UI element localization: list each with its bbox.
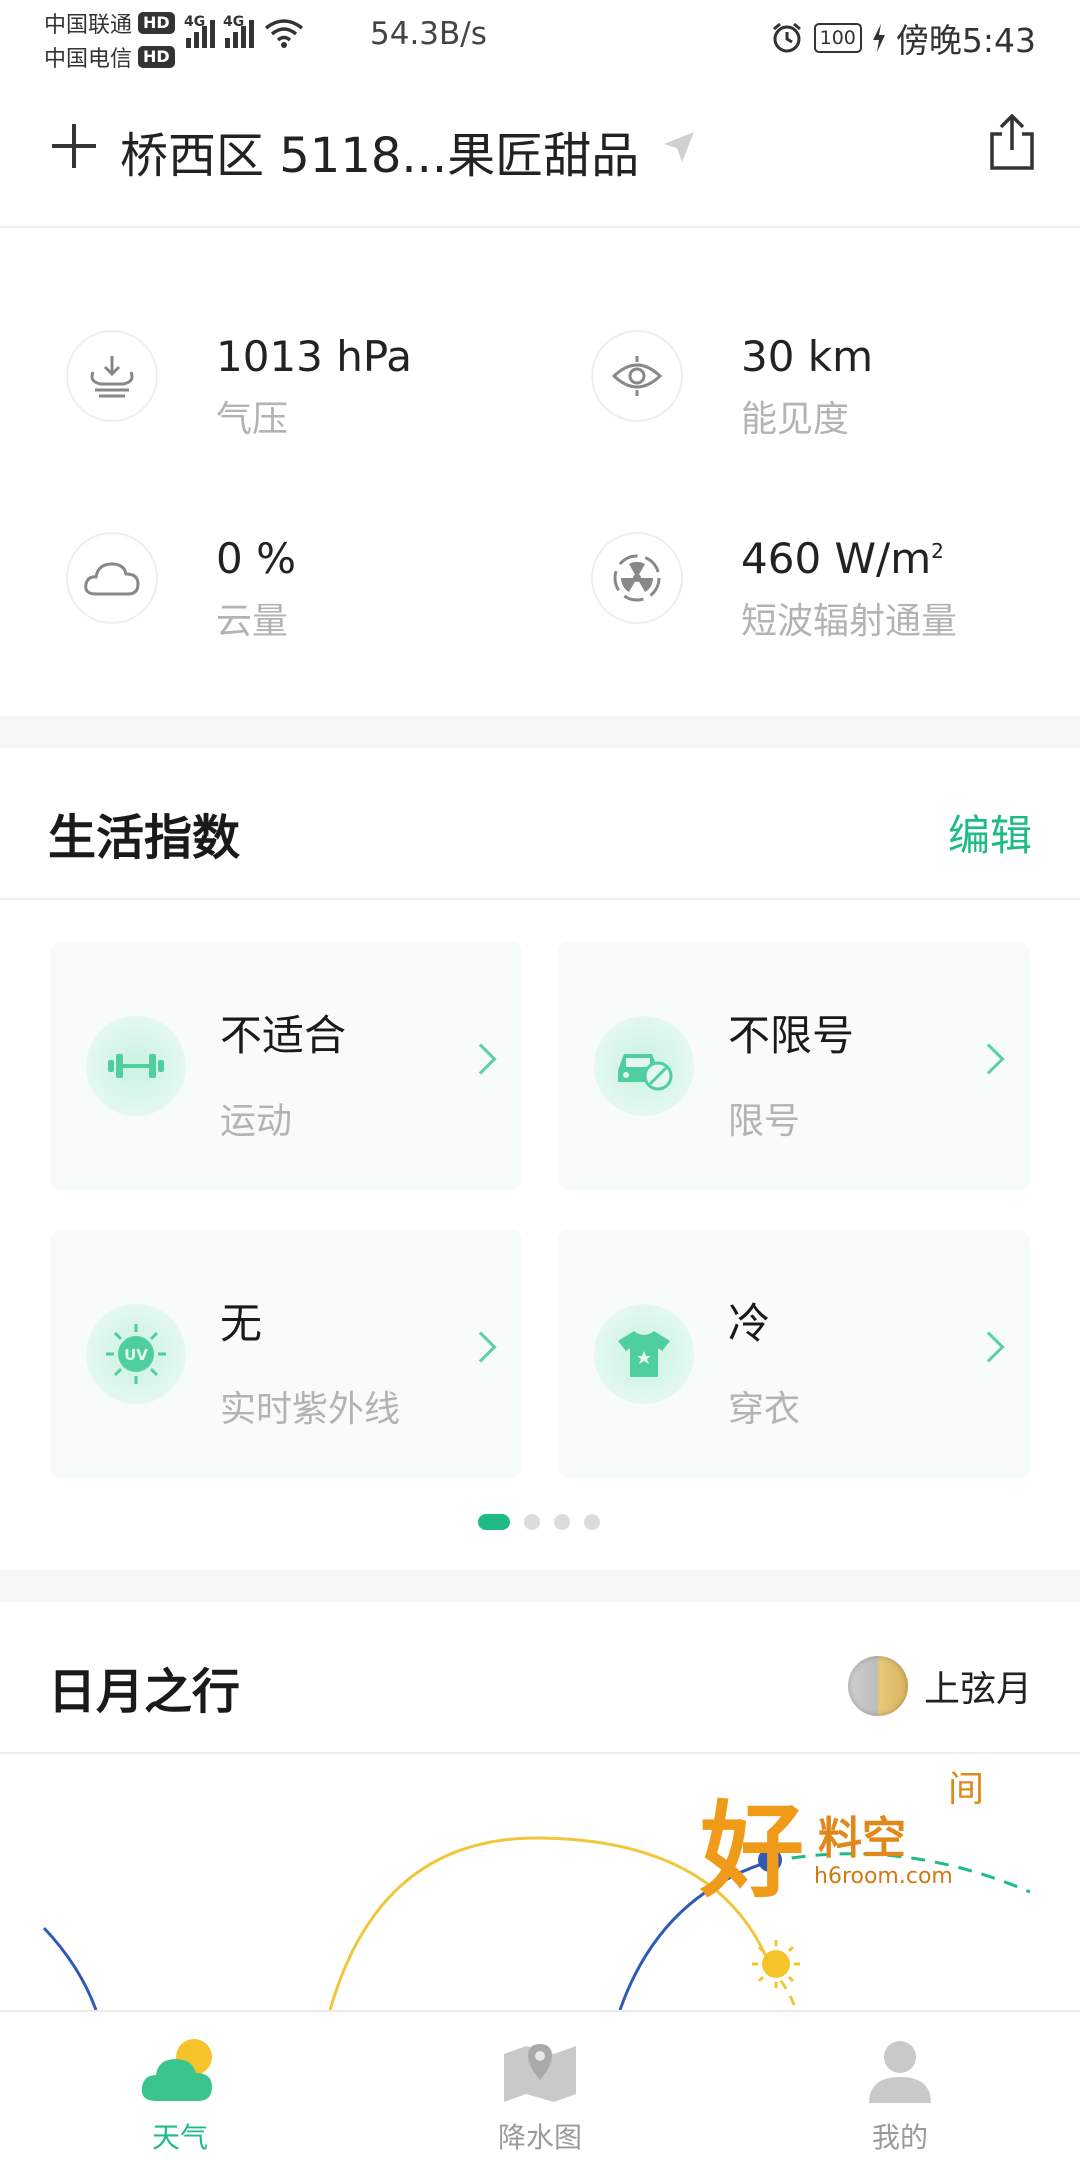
charging-icon — [872, 24, 885, 52]
network-type-tag: 4G — [184, 14, 206, 30]
nav-precipitation-map[interactable]: 降水图 — [440, 2012, 640, 2160]
radiation-value: 460 W/m2 — [741, 534, 944, 583]
cloud-cover-label: 云量 — [216, 601, 289, 642]
edit-button[interactable]: 编辑 — [948, 802, 1032, 863]
moon-phase: 上弦月 — [847, 1656, 1032, 1716]
carrier-info: 中国联通 HD 中国电信 HD — [44, 6, 175, 74]
location-arrow-icon — [664, 132, 694, 162]
detail-cloud-cover: 0 % 云量 — [0, 532, 500, 652]
signal-indicators: 4G 4G — [184, 14, 304, 48]
section-divider — [0, 716, 1080, 748]
page-dot[interactable] — [478, 1514, 510, 1530]
nav-profile-label: 我的 — [871, 2121, 928, 2154]
carrier-2-name: 中国电信 — [44, 47, 133, 72]
header: 桥西区 5118...果匠甜品 — [0, 80, 1080, 228]
profile-icon — [855, 2032, 945, 2112]
page-dot[interactable] — [584, 1514, 600, 1530]
page-indicator — [478, 1514, 600, 1530]
nav-precipitation-label: 降水图 — [497, 2121, 582, 2154]
network-type-tag: 4G — [223, 14, 245, 30]
detail-visibility: 30 km 能见度 — [525, 330, 1025, 450]
moon-phase-label: 上弦月 — [923, 1669, 1032, 1710]
map-icon — [495, 2032, 585, 2112]
detail-radiation: 460 W/m2 短波辐射通量 — [525, 532, 1025, 652]
carrier-1: 中国联通 HD — [44, 6, 175, 40]
restriction-label: 限号 — [728, 1101, 801, 1142]
visibility-value: 30 km — [741, 332, 874, 381]
chevron-right-icon — [973, 1043, 1005, 1075]
wifi-icon — [264, 19, 304, 48]
life-index-title: 生活指数 — [48, 810, 241, 866]
radiation-value-text: 460 W/m — [741, 534, 932, 583]
clock: 傍晚5:43 — [895, 21, 1036, 60]
nav-weather-label: 天气 — [151, 2121, 208, 2154]
status-right: 100 傍晚5:43 — [770, 14, 1036, 62]
carrier-2: 中国电信 HD — [44, 40, 175, 74]
share-icon[interactable] — [988, 114, 1036, 172]
pressure-value: 1013 hPa — [216, 332, 413, 381]
signal-icon: 4G — [223, 14, 254, 48]
watermark-mid: 料空 — [818, 1813, 906, 1864]
watermark-url: h6room.com — [814, 1864, 953, 1889]
dumbbell-icon — [86, 1016, 186, 1116]
battery-indicator: 100 — [813, 23, 862, 53]
life-card-clothing[interactable]: 冷 穿衣 — [558, 1230, 1030, 1478]
detail-pressure: 1013 hPa 气压 — [0, 330, 500, 450]
tshirt-icon — [594, 1304, 694, 1404]
car-restriction-icon — [594, 1016, 694, 1116]
nav-profile[interactable]: 我的 — [800, 2012, 1000, 2160]
uv-value: 无 — [220, 1299, 263, 1348]
alarm-icon — [772, 22, 801, 53]
carrier-1-name: 中国联通 — [44, 13, 133, 38]
radiation-unit-superscript: 2 — [931, 539, 944, 563]
cloud-cover-value: 0 % — [216, 534, 296, 583]
weather-details: 1013 hPa 气压 30 km 能见度 0 % 云量 460 W/m2 短波… — [0, 230, 1080, 716]
sun-moon-header: 日月之行 上弦月 — [0, 1602, 1080, 1754]
sun-moon-title: 日月之行 — [48, 1664, 241, 1720]
sport-label: 运动 — [220, 1101, 293, 1142]
life-card-restriction[interactable]: 不限号 限号 — [558, 942, 1030, 1190]
moon-arc-previous — [42, 1926, 98, 2010]
hd-badge: HD — [138, 46, 175, 68]
watermark-big: 好 — [700, 1789, 805, 1912]
visibility-label: 能见度 — [741, 399, 850, 440]
restriction-value: 不限号 — [728, 1011, 855, 1060]
chevron-right-icon — [465, 1331, 497, 1363]
pressure-label: 气压 — [216, 399, 289, 440]
watermark-logo: 好 料空 间 h6room.com — [678, 1760, 1038, 1912]
hd-badge: HD — [138, 12, 175, 34]
watermark-small: 间 — [948, 1769, 985, 1810]
life-card-uv[interactable]: UV 无 实时紫外线 — [50, 1230, 522, 1478]
section-divider — [0, 1570, 1080, 1602]
radiation-icon — [591, 532, 683, 624]
status-bar: 中国联通 HD 中国电信 HD 4G 4G 54.3B/s 100 傍晚5:43 — [0, 0, 1080, 80]
svg-text:UV: UV — [124, 1346, 148, 1364]
moon-icon — [847, 1656, 908, 1716]
add-city-button[interactable] — [48, 120, 100, 172]
page-dot[interactable] — [524, 1514, 540, 1530]
chevron-right-icon — [973, 1331, 1005, 1363]
bottom-navigation: 天气 降水图 我的 — [0, 2010, 1080, 2160]
sport-value: 不适合 — [220, 1011, 347, 1060]
pressure-icon — [66, 330, 158, 422]
clothing-value: 冷 — [728, 1299, 771, 1348]
weather-icon — [135, 2032, 225, 2112]
network-speed: 54.3B/s — [370, 16, 487, 52]
location-title[interactable]: 桥西区 5118...果匠甜品 — [120, 116, 639, 186]
life-index-cards: 不适合 运动 不限号 限号 UV 无 实时紫外线 冷 穿衣 — [0, 900, 1080, 1570]
sun-icon — [752, 1940, 800, 1988]
signal-icon: 4G — [184, 14, 215, 48]
uv-icon: UV — [86, 1304, 186, 1404]
clothing-label: 穿衣 — [728, 1389, 801, 1430]
visibility-icon — [591, 330, 683, 422]
chevron-right-icon — [465, 1043, 497, 1075]
life-index-header: 生活指数 编辑 — [0, 748, 1080, 900]
life-card-sport[interactable]: 不适合 运动 — [50, 942, 522, 1190]
nav-weather[interactable]: 天气 — [80, 2012, 280, 2160]
page-dot[interactable] — [554, 1514, 570, 1530]
cloud-icon — [66, 532, 158, 624]
radiation-label: 短波辐射通量 — [741, 601, 958, 642]
uv-label: 实时紫外线 — [220, 1389, 401, 1430]
